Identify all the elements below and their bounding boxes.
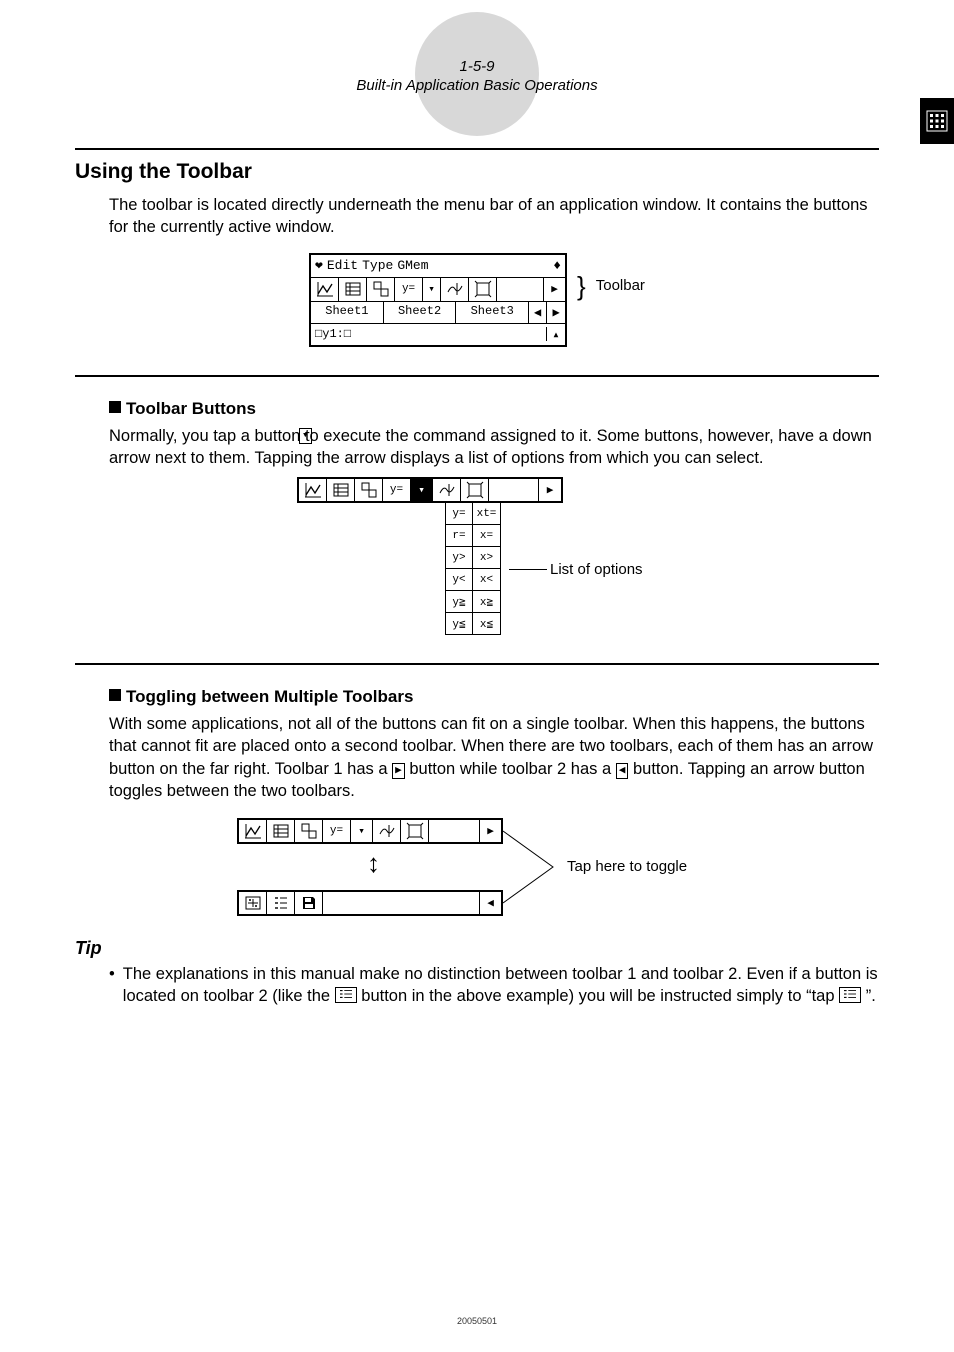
input-row: □y1:□ ▴: [311, 323, 565, 345]
menu-edit[interactable]: Edit: [327, 258, 358, 273]
callout-label: List of options: [550, 561, 643, 578]
menu-type[interactable]: Type: [362, 258, 393, 273]
toggling-paragraph: With some applications, not all of the b…: [109, 713, 879, 802]
trace-icon[interactable]: [441, 278, 469, 301]
heart-icon: ❤: [315, 258, 323, 273]
list-icon: [335, 987, 357, 1003]
y-equals-button[interactable]: y=: [323, 820, 351, 842]
toolbar-next-icon: ▶: [392, 763, 405, 779]
zoom-icon[interactable]: [461, 479, 489, 501]
page-subtitle: Built-in Application Basic Operations: [75, 77, 879, 94]
divider: [75, 663, 879, 665]
dropdown-arrow-icon[interactable]: ▾: [423, 278, 441, 301]
window-icon[interactable]: [295, 820, 323, 842]
option-cell[interactable]: y=: [446, 503, 473, 524]
toolbar-label: Toolbar: [596, 253, 645, 294]
dropdown-options: y=xt= r=x= y>x> y<x< y≧x≧ y≦x≦: [445, 503, 501, 635]
callout-tap-here: Tap here to toggle: [567, 858, 687, 875]
zoom-icon[interactable]: [401, 820, 429, 842]
toolbar-next-icon[interactable]: ▶: [539, 479, 561, 501]
option-cell[interactable]: r=: [446, 525, 473, 546]
dropdown-arrow-icon[interactable]: ▾: [351, 820, 373, 842]
y-equals-button[interactable]: y=: [383, 479, 411, 501]
option-cell[interactable]: xt=: [473, 503, 500, 524]
trace-icon[interactable]: [433, 479, 461, 501]
toolbar-prev-icon[interactable]: ◀: [479, 892, 501, 914]
tab-sheet3[interactable]: Sheet3: [456, 302, 529, 323]
list-icon[interactable]: [267, 892, 295, 914]
subheading-toolbar-buttons: Toolbar Buttons: [109, 399, 879, 419]
paragraph-text: Normally, you tap a button to execute th…: [109, 427, 872, 467]
option-cell[interactable]: y<: [446, 569, 473, 590]
figure-dropdown-example: y= ▾ ▶ y=xt= r=x= y>x> y<x< y≧x≧ y≦x≦: [297, 477, 657, 635]
save-icon[interactable]: [295, 892, 323, 914]
toolbar-buttons-paragraph: Normally, you tap a button to execute th…: [109, 425, 879, 470]
table-icon[interactable]: [327, 479, 355, 501]
toolbar-next-icon[interactable]: ▶: [479, 820, 501, 842]
figure-toggle-example: y= ▾ ▶ ↕ ◀ Tap here to toggle: [237, 818, 717, 918]
function-input[interactable]: □y1:□: [311, 327, 547, 341]
tip-text: ”.: [866, 987, 876, 1005]
menu-gmem[interactable]: GMem: [397, 258, 428, 273]
graph-icon[interactable]: [299, 479, 327, 501]
trace-icon[interactable]: [373, 820, 401, 842]
y-equals-button[interactable]: y=: [395, 278, 423, 301]
down-arrow-icon: ▾: [299, 428, 312, 444]
tab-prev-icon[interactable]: ◀: [529, 302, 547, 323]
table-icon[interactable]: [267, 820, 295, 842]
view-window-icon[interactable]: [239, 892, 267, 914]
figure-toolbar-example: ❤ Edit Type GMem ♦ y= ▾ ▶: [75, 253, 879, 347]
tip-text: button in the above example) you will be…: [361, 987, 839, 1005]
toolbar-next-icon[interactable]: ▶: [543, 278, 565, 301]
window-icon[interactable]: [367, 278, 395, 301]
updown-arrow-icon: ↕: [367, 848, 380, 879]
page-number: 1-5-9: [75, 30, 879, 75]
option-cell[interactable]: y≦: [446, 613, 473, 634]
diamond-icon: ♦: [553, 258, 561, 273]
option-cell[interactable]: x=: [473, 525, 500, 546]
paragraph-text: button while toolbar 2 has a: [409, 760, 615, 778]
callout-list-of-options: List of options: [509, 561, 643, 578]
brace-icon: }: [577, 253, 586, 299]
subheading-toggling: Toggling between Multiple Toolbars: [109, 687, 879, 707]
subheading-text: Toolbar Buttons: [126, 399, 256, 418]
graph-icon[interactable]: [311, 278, 339, 301]
divider: [75, 375, 879, 377]
option-cell[interactable]: y>: [446, 547, 473, 568]
toolbar-prev-icon: ◀: [616, 763, 629, 779]
tip-heading: Tip: [75, 938, 879, 959]
section-title: Using the Toolbar: [75, 160, 879, 184]
divider: [75, 148, 879, 150]
tab-next-icon[interactable]: ▶: [547, 302, 565, 323]
sheet-tabs-row: Sheet1 Sheet2 Sheet3 ◀ ▶: [311, 301, 565, 323]
tab-sheet2[interactable]: Sheet2: [384, 302, 457, 323]
dropdown-arrow-icon[interactable]: ▾: [411, 479, 433, 501]
bullet-icon: •: [109, 963, 115, 1008]
tip-item: • The explanations in this manual make n…: [109, 963, 879, 1008]
zoom-icon[interactable]: [469, 278, 497, 301]
intro-paragraph: The toolbar is located directly undernea…: [109, 194, 879, 239]
toolbar-row: y= ▾ ▶: [311, 277, 565, 301]
list-icon: [839, 987, 861, 1003]
toolbar-strip: y= ▾ ▶: [297, 477, 563, 503]
toolbar-2: ◀: [237, 890, 503, 916]
window-icon[interactable]: [355, 479, 383, 501]
subheading-text: Toggling between Multiple Toolbars: [126, 687, 413, 706]
table-icon[interactable]: [339, 278, 367, 301]
callout-bracket: [503, 818, 563, 916]
option-cell[interactable]: x<: [473, 569, 500, 590]
option-cell[interactable]: x≧: [473, 591, 500, 612]
tab-sheet1[interactable]: Sheet1: [311, 302, 384, 323]
device-window: ❤ Edit Type GMem ♦ y= ▾ ▶: [309, 253, 567, 347]
option-cell[interactable]: x>: [473, 547, 500, 568]
graph-icon[interactable]: [239, 820, 267, 842]
footer-number: 20050501: [0, 1316, 954, 1326]
option-cell[interactable]: y≧: [446, 591, 473, 612]
menu-bar[interactable]: ❤ Edit Type GMem ♦: [311, 255, 565, 277]
option-cell[interactable]: x≦: [473, 613, 500, 634]
toolbar-1: y= ▾ ▶: [237, 818, 503, 844]
scroll-up-icon[interactable]: ▴: [547, 327, 565, 342]
